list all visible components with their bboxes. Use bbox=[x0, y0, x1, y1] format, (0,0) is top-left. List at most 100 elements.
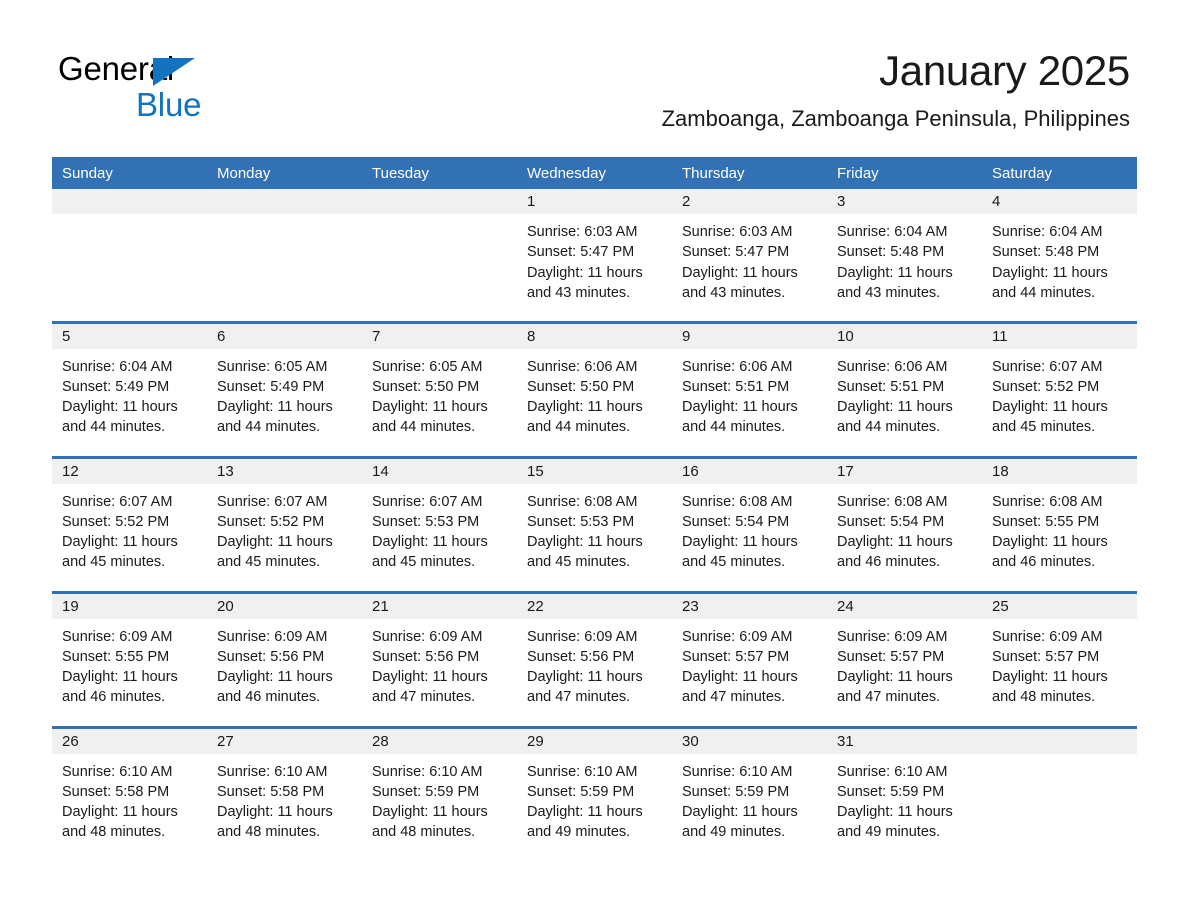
day-details: Sunrise: 6:09 AM Sunset: 5:57 PM Daylight:… bbox=[827, 619, 982, 722]
day-details: Sunrise: 6:09 AM Sunset: 5:56 PM Daylight:… bbox=[362, 619, 517, 722]
sunrise-text: Sunrise: 6:09 AM bbox=[62, 628, 173, 645]
generalblue-logo[interactable]: General Blue bbox=[58, 52, 201, 121]
day-cell[interactable]: 22 Sunrise: 6:09 AM Sunset: 5:56 PM Dayligh… bbox=[517, 590, 672, 727]
calendar-week-row: 26 Sunrise: 6:10 AM Sunset: 5:58 PM Dayligh… bbox=[52, 725, 1137, 862]
day-details: Sunrise: 6:10 AM Sunset: 5:58 PM Daylight:… bbox=[52, 754, 207, 857]
day-details: Sunrise: 6:08 AM Sunset: 5:54 PM Daylight:… bbox=[672, 484, 827, 587]
day-cell[interactable]: 28 Sunrise: 6:10 AM Sunset: 5:59 PM Dayligh… bbox=[362, 725, 517, 862]
sunrise-text: Sunrise: 6:07 AM bbox=[992, 358, 1103, 375]
sunset-text: Sunset: 5:56 PM bbox=[217, 648, 325, 665]
day-number: 3 bbox=[827, 189, 982, 214]
day-details: Sunrise: 6:10 AM Sunset: 5:59 PM Daylight:… bbox=[362, 754, 517, 857]
day-cell[interactable]: 27 Sunrise: 6:10 AM Sunset: 5:58 PM Dayligh… bbox=[207, 725, 362, 862]
sunset-text: Sunset: 5:57 PM bbox=[992, 648, 1100, 665]
day-cell[interactable]: 4 Sunrise: 6:04 AM Sunset: 5:48 PM Daylight… bbox=[982, 189, 1137, 322]
day-cell[interactable]: 23 Sunrise: 6:09 AM Sunset: 5:57 PM Dayligh… bbox=[672, 590, 827, 727]
day-number: 20 bbox=[207, 593, 362, 619]
sunset-text: Sunset: 5:55 PM bbox=[62, 648, 170, 665]
day-cell[interactable]: 24 Sunrise: 6:09 AM Sunset: 5:57 PM Dayligh… bbox=[827, 590, 982, 727]
day-cell[interactable]: 5 Sunrise: 6:04 AM Sunset: 5:49 PM Daylight… bbox=[52, 320, 207, 457]
day-number: 9 bbox=[672, 323, 827, 349]
daylight-text: Daylight: 11 hours and 47 minutes. bbox=[682, 669, 798, 706]
daylight-text: Daylight: 11 hours and 49 minutes. bbox=[682, 804, 798, 841]
day-cell[interactable]: 14 Sunrise: 6:07 AM Sunset: 5:53 PM Dayligh… bbox=[362, 455, 517, 592]
day-cell[interactable]: 26 Sunrise: 6:10 AM Sunset: 5:58 PM Dayligh… bbox=[52, 725, 207, 862]
day-cell[interactable]: 7 Sunrise: 6:05 AM Sunset: 5:50 PM Daylight… bbox=[362, 320, 517, 457]
day-number: 5 bbox=[52, 323, 207, 349]
sunset-text: Sunset: 5:59 PM bbox=[682, 783, 790, 800]
day-cell[interactable]: 8 Sunrise: 6:06 AM Sunset: 5:50 PM Daylight… bbox=[517, 320, 672, 457]
day-details: Sunrise: 6:08 AM Sunset: 5:55 PM Daylight:… bbox=[982, 484, 1137, 587]
daylight-text: Daylight: 11 hours and 45 minutes. bbox=[372, 534, 488, 571]
weekday-header-saturday: Saturday bbox=[982, 157, 1137, 189]
day-cell[interactable]: 2 Sunrise: 6:03 AM Sunset: 5:47 PM Daylight… bbox=[672, 189, 827, 322]
day-number: 11 bbox=[982, 323, 1137, 349]
day-cell[interactable]: 21 Sunrise: 6:09 AM Sunset: 5:56 PM Dayligh… bbox=[362, 590, 517, 727]
daylight-text: Daylight: 11 hours and 44 minutes. bbox=[372, 399, 488, 436]
day-cell[interactable]: 17 Sunrise: 6:08 AM Sunset: 5:54 PM Dayligh… bbox=[827, 455, 982, 592]
day-number: 27 bbox=[207, 728, 362, 754]
triangle-logo-icon bbox=[153, 58, 195, 86]
sunset-text: Sunset: 5:58 PM bbox=[62, 783, 170, 800]
daylight-text: Daylight: 11 hours and 48 minutes. bbox=[992, 669, 1108, 706]
day-cell[interactable]: 20 Sunrise: 6:09 AM Sunset: 5:56 PM Dayligh… bbox=[207, 590, 362, 727]
day-cell[interactable]: 29 Sunrise: 6:10 AM Sunset: 5:59 PM Dayligh… bbox=[517, 725, 672, 862]
calendar-page: General Blue January 2025 Zamboanga, Zam… bbox=[0, 0, 1188, 918]
sunrise-text: Sunrise: 6:06 AM bbox=[837, 358, 948, 375]
calendar-header-row: Sunday Monday Tuesday Wednesday Thursday Frid… bbox=[52, 157, 1137, 189]
calendar-table: Sunday Monday Tuesday Wednesday Thursday Frid… bbox=[52, 157, 1137, 862]
day-cell[interactable]: 10 Sunrise: 6:06 AM Sunset: 5:51 PM Dayligh… bbox=[827, 320, 982, 457]
daylight-text: Daylight: 11 hours and 47 minutes. bbox=[527, 669, 643, 706]
sunrise-text: Sunrise: 6:09 AM bbox=[372, 628, 483, 645]
day-cell[interactable]: 9 Sunrise: 6:06 AM Sunset: 5:51 PM Daylight… bbox=[672, 320, 827, 457]
sunrise-text: Sunrise: 6:09 AM bbox=[682, 628, 793, 645]
sunset-text: Sunset: 5:55 PM bbox=[992, 513, 1100, 530]
weekday-header-sunday: Sunday bbox=[52, 157, 207, 189]
location-subtitle: Zamboanga, Zamboanga Peninsula, Philippi… bbox=[661, 106, 1130, 131]
day-cell-empty bbox=[362, 189, 517, 322]
day-cell[interactable]: 31 Sunrise: 6:10 AM Sunset: 5:59 PM Dayligh… bbox=[827, 725, 982, 862]
day-cell[interactable]: 18 Sunrise: 6:08 AM Sunset: 5:55 PM Dayligh… bbox=[982, 455, 1137, 592]
daylight-text: Daylight: 11 hours and 45 minutes. bbox=[527, 534, 643, 571]
sunset-text: Sunset: 5:48 PM bbox=[837, 244, 945, 261]
logo-blue-label: Blue bbox=[136, 86, 202, 123]
day-cell[interactable]: 30 Sunrise: 6:10 AM Sunset: 5:59 PM Dayligh… bbox=[672, 725, 827, 862]
daylight-text: Daylight: 11 hours and 43 minutes. bbox=[837, 264, 953, 301]
daylight-text: Daylight: 11 hours and 47 minutes. bbox=[372, 669, 488, 706]
weekday-header-thursday: Thursday bbox=[672, 157, 827, 189]
daylight-text: Daylight: 11 hours and 43 minutes. bbox=[527, 264, 643, 301]
day-number: 1 bbox=[517, 189, 672, 214]
day-cell-empty bbox=[207, 189, 362, 322]
sunset-text: Sunset: 5:59 PM bbox=[527, 783, 635, 800]
day-details: Sunrise: 6:09 AM Sunset: 5:57 PM Daylight:… bbox=[672, 619, 827, 722]
day-cell[interactable]: 19 Sunrise: 6:09 AM Sunset: 5:55 PM Dayligh… bbox=[52, 590, 207, 727]
day-number: 30 bbox=[672, 728, 827, 754]
sunrise-text: Sunrise: 6:03 AM bbox=[527, 224, 638, 240]
day-cell[interactable]: 15 Sunrise: 6:08 AM Sunset: 5:53 PM Dayligh… bbox=[517, 455, 672, 592]
day-cell[interactable]: 12 Sunrise: 6:07 AM Sunset: 5:52 PM Dayligh… bbox=[52, 455, 207, 592]
day-number: 24 bbox=[827, 593, 982, 619]
day-cell[interactable]: 13 Sunrise: 6:07 AM Sunset: 5:52 PM Dayligh… bbox=[207, 455, 362, 592]
day-number: 2 bbox=[672, 189, 827, 214]
daylight-text: Daylight: 11 hours and 44 minutes. bbox=[527, 399, 643, 436]
sunset-text: Sunset: 5:57 PM bbox=[837, 648, 945, 665]
sunrise-text: Sunrise: 6:05 AM bbox=[372, 358, 483, 375]
sunrise-text: Sunrise: 6:10 AM bbox=[682, 763, 793, 780]
day-cell[interactable]: 16 Sunrise: 6:08 AM Sunset: 5:54 PM Dayligh… bbox=[672, 455, 827, 592]
sunrise-text: Sunrise: 6:04 AM bbox=[837, 224, 948, 240]
daylight-text: Daylight: 11 hours and 49 minutes. bbox=[527, 804, 643, 841]
day-number: 26 bbox=[52, 728, 207, 754]
sunset-text: Sunset: 5:52 PM bbox=[992, 378, 1100, 395]
day-details: Sunrise: 6:04 AM Sunset: 5:48 PM Daylight:… bbox=[982, 214, 1137, 317]
day-cell[interactable]: 6 Sunrise: 6:05 AM Sunset: 5:49 PM Daylight… bbox=[207, 320, 362, 457]
sunset-text: Sunset: 5:56 PM bbox=[527, 648, 635, 665]
day-cell[interactable]: 1 Sunrise: 6:03 AM Sunset: 5:47 PM Daylight… bbox=[517, 189, 672, 322]
day-cell[interactable]: 25 Sunrise: 6:09 AM Sunset: 5:57 PM Dayligh… bbox=[982, 590, 1137, 727]
sunset-text: Sunset: 5:49 PM bbox=[217, 378, 325, 395]
day-cell[interactable]: 3 Sunrise: 6:04 AM Sunset: 5:48 PM Daylight… bbox=[827, 189, 982, 322]
day-details: Sunrise: 6:06 AM Sunset: 5:51 PM Daylight:… bbox=[827, 349, 982, 452]
day-cell-empty bbox=[52, 189, 207, 322]
day-cell[interactable]: 11 Sunrise: 6:07 AM Sunset: 5:52 PM Dayligh… bbox=[982, 320, 1137, 457]
day-details: Sunrise: 6:06 AM Sunset: 5:50 PM Daylight:… bbox=[517, 349, 672, 452]
day-number: 10 bbox=[827, 323, 982, 349]
